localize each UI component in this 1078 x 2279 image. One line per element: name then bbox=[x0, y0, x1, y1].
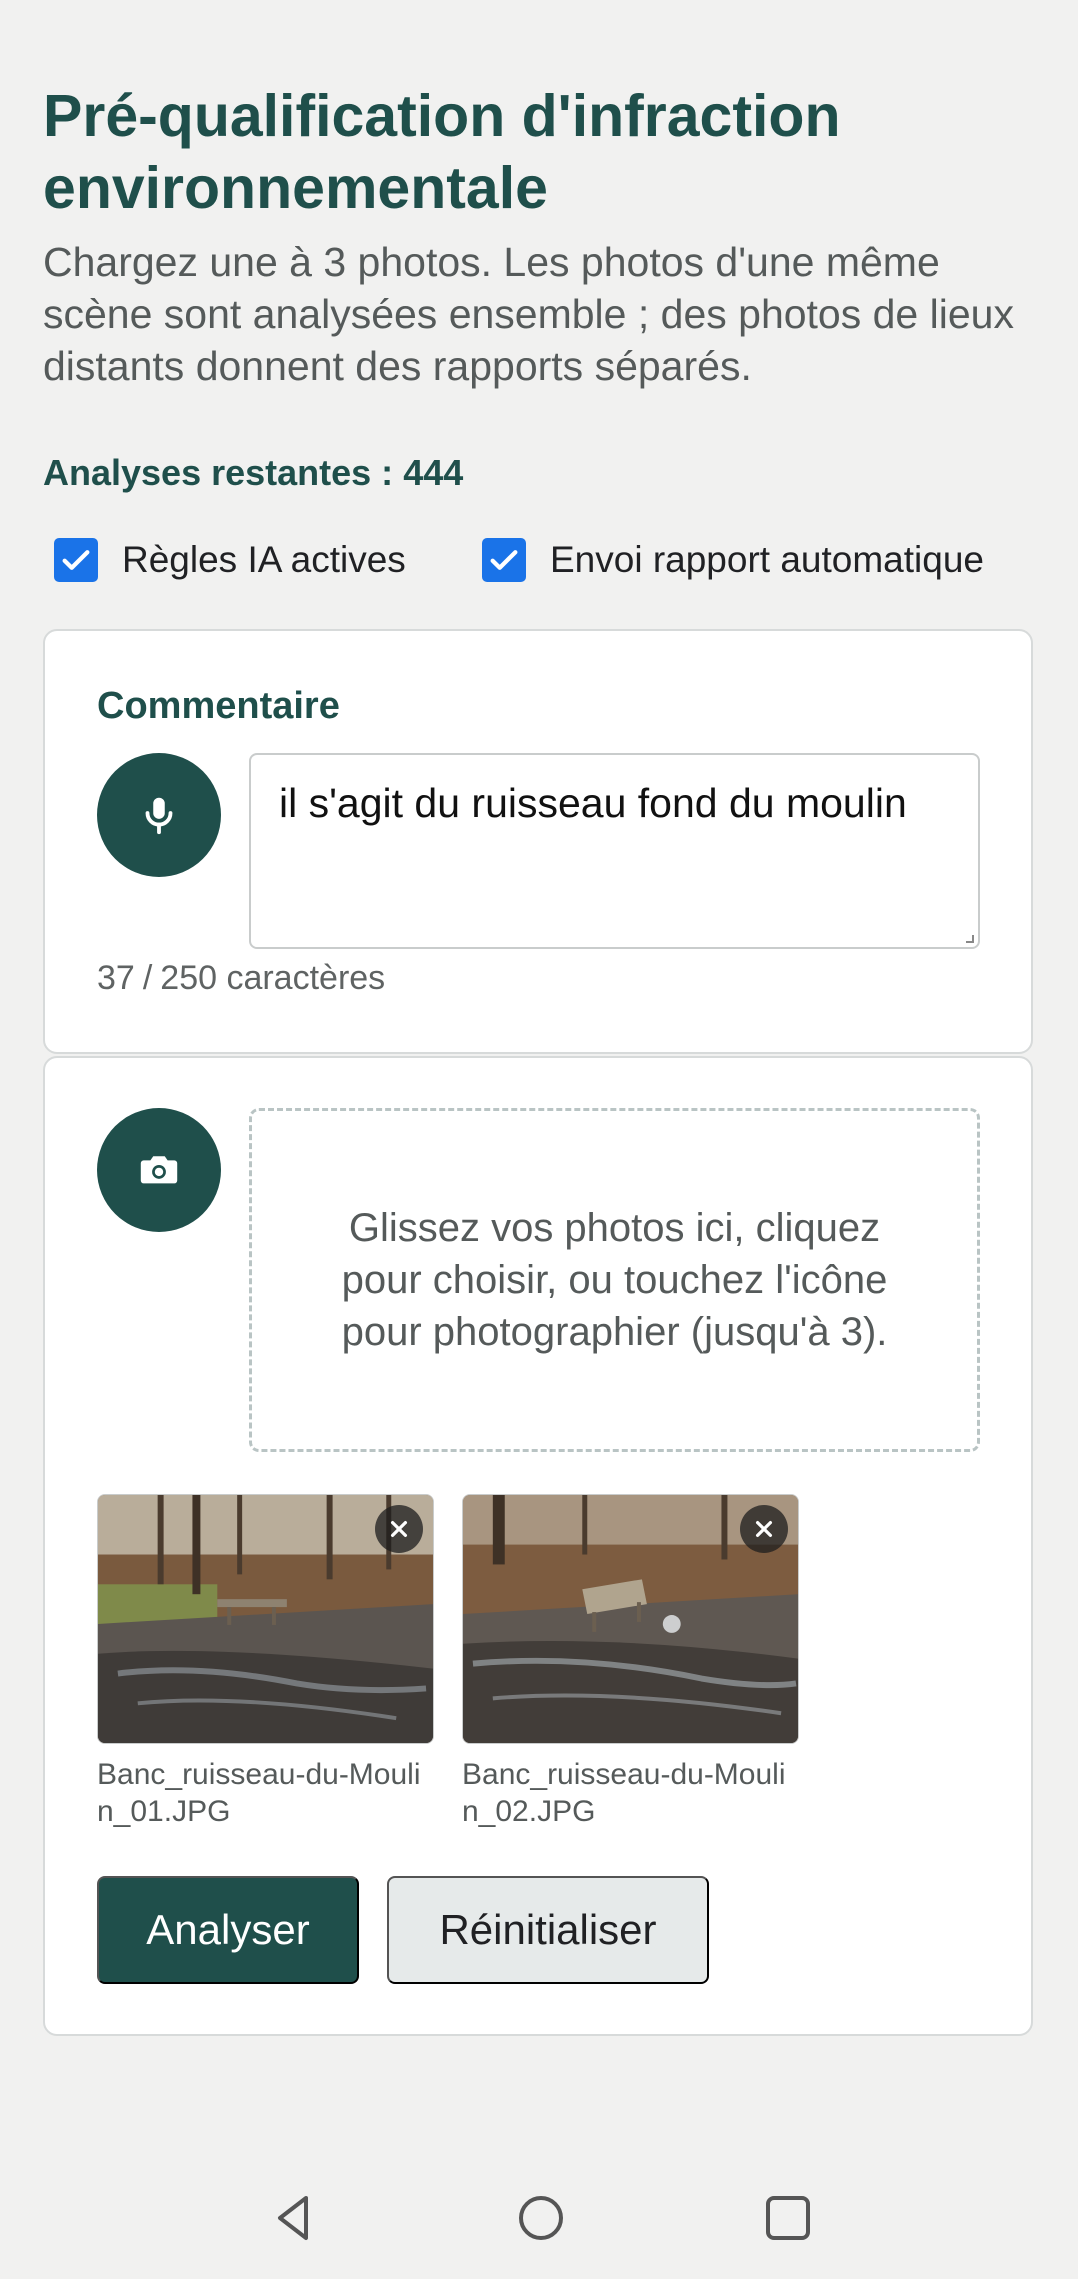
character-counter: 37/250 caractères bbox=[97, 959, 386, 997]
microphone-button[interactable] bbox=[97, 753, 221, 877]
remaining-analyses: Analyses restantes :444 bbox=[43, 452, 463, 494]
remaining-analyses-value: 444 bbox=[403, 452, 464, 493]
auto-report-checkbox[interactable]: Envoi rapport automatique bbox=[482, 538, 984, 582]
nav-home-button[interactable] bbox=[513, 2190, 569, 2246]
reset-button[interactable]: Réinitialiser bbox=[387, 1876, 709, 1984]
auto-report-label: Envoi rapport automatique bbox=[550, 539, 984, 580]
recent-apps-square-icon bbox=[766, 2196, 810, 2240]
photo-thumbnail: Banc_ruisseau-du-Moulin_02.JPG bbox=[462, 1494, 799, 1830]
system-navigation-bar bbox=[0, 2150, 1078, 2279]
photo-drop-zone[interactable]: Glissez vos photos ici, cliquez pour cho… bbox=[249, 1108, 980, 1452]
comment-textarea[interactable]: il s'agit du ruisseau fond du moulin bbox=[249, 753, 980, 949]
nav-back-button[interactable] bbox=[266, 2190, 322, 2246]
drop-zone-hint: Glissez vos photos ici, cliquez pour cho… bbox=[341, 1206, 888, 1354]
close-icon bbox=[755, 1520, 773, 1538]
comment-text: il s'agit du ruisseau fond du moulin bbox=[279, 780, 907, 826]
ai-rules-label: Règles IA actives bbox=[122, 539, 406, 580]
close-icon bbox=[390, 1520, 408, 1538]
photo-preview-image bbox=[97, 1494, 434, 1744]
app-screen: Pré-qualification d'infraction environne… bbox=[0, 0, 1078, 2279]
photo-filename: Banc_ruisseau-du-Moulin_01.JPG bbox=[97, 1758, 421, 1828]
checkbox-checked-icon[interactable] bbox=[482, 538, 526, 582]
comment-card: Commentaire il s'agit du ruisseau fond d… bbox=[43, 629, 1033, 1054]
comment-label: Commentaire bbox=[97, 685, 340, 727]
microphone-icon bbox=[145, 797, 173, 835]
analyze-button[interactable]: Analyser bbox=[97, 1876, 359, 1984]
page-subtitle: Chargez une à 3 photos. Les photos d'une… bbox=[43, 239, 1014, 389]
photo-thumbnail: Banc_ruisseau-du-Moulin_01.JPG bbox=[97, 1494, 434, 1830]
resize-handle-icon[interactable] bbox=[966, 935, 974, 943]
checkbox-checked-icon[interactable] bbox=[54, 538, 98, 582]
camera-button[interactable] bbox=[97, 1108, 221, 1232]
remaining-analyses-label: Analyses restantes : bbox=[43, 452, 394, 493]
back-triangle-icon bbox=[278, 2196, 308, 2240]
photo-filename: Banc_ruisseau-du-Moulin_02.JPG bbox=[462, 1758, 786, 1828]
home-circle-icon bbox=[519, 2196, 563, 2240]
page-title: Pré-qualification d'infraction environne… bbox=[43, 83, 841, 221]
photo-preview-image bbox=[462, 1494, 799, 1744]
photos-card: Glissez vos photos ici, cliquez pour cho… bbox=[43, 1056, 1033, 2036]
char-count-value: 37 bbox=[97, 959, 135, 997]
camera-icon bbox=[140, 1156, 178, 1184]
char-count-max: 250 caractères bbox=[160, 959, 386, 997]
remove-photo-button[interactable] bbox=[740, 1505, 788, 1553]
remove-photo-button[interactable] bbox=[375, 1505, 423, 1553]
nav-recent-apps-button[interactable] bbox=[760, 2190, 816, 2246]
ai-rules-checkbox[interactable]: Règles IA actives bbox=[54, 538, 406, 582]
